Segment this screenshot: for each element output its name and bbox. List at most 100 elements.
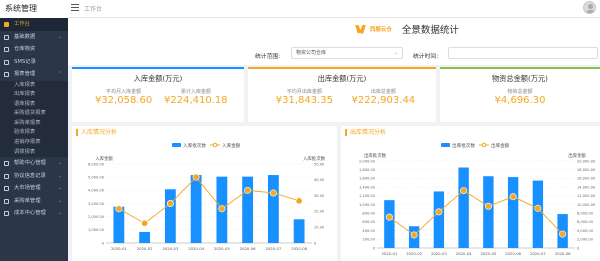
sidebar-item-12[interactable]: 调拨报表 — [0, 147, 68, 158]
card-title: 出库金额(万元) — [317, 74, 367, 83]
right-tick-label: 20.00 — [314, 210, 325, 214]
left-tick-label: 2,000.00 — [88, 215, 105, 219]
line-point — [218, 205, 226, 213]
sidebar-item-label: 帮助中心管理 — [14, 160, 46, 167]
sidebar-item-7[interactable]: 退库报表 — [0, 99, 68, 110]
sidebar-item-label: 退库报表 — [14, 100, 36, 107]
x-tick-label: 2020-02 — [406, 251, 422, 256]
chart-bar — [458, 167, 469, 248]
filter-bar: 西厨云仓 全景数据统计 统计范围: 物资公司仓库 ⌄ 统计时间: — [68, 18, 600, 65]
chart-bar — [164, 189, 176, 243]
sidebar-item-10[interactable]: 验收报表 — [0, 128, 68, 139]
summary-card-2: 物资总金额(万元) 物资总金额 ¥4,696.30 — [440, 67, 600, 122]
sidebar-item-label: 调拨报表 — [14, 148, 36, 155]
chart-bar — [507, 177, 519, 248]
stat-value: ¥4,696.30 — [494, 95, 546, 106]
line-point — [410, 231, 418, 239]
sidebar-item-label: 基础数据 — [14, 33, 36, 40]
chevron-icon: ⌄ — [57, 160, 62, 167]
legend-line-marker — [481, 142, 487, 148]
line-point — [295, 197, 303, 205]
sidebar-item-9[interactable]: 采购单报表 — [0, 118, 68, 129]
menu-icon — [4, 186, 9, 192]
time-range-picker[interactable] — [448, 47, 598, 59]
legend-line-label: 入库金额 — [222, 142, 241, 149]
sidebar-item-2[interactable]: 仓库物资 — [0, 43, 68, 56]
app-title: 系统管理 — [0, 0, 68, 18]
sidebar-item-5[interactable]: 入库报表 — [0, 80, 68, 91]
sidebar-item-17[interactable]: 成本中心管理 ⌄ — [0, 207, 68, 220]
sidebar-item-label: 报表管理 — [14, 71, 36, 77]
sidebar-item-6[interactable]: 出库报表 — [0, 90, 68, 100]
sidebar-item-15[interactable]: 大市场管理 ⌄ — [0, 182, 68, 195]
range-select[interactable]: 物资公司仓库 ⌄ — [291, 47, 403, 59]
menu-icon — [4, 161, 9, 167]
sidebar-item-label: 验收报表 — [14, 129, 36, 136]
right-tick-label: 16,000.00 — [577, 177, 596, 181]
line-point — [244, 186, 252, 194]
right-axis-title: 出库金额 — [568, 152, 586, 159]
breadcrumb[interactable]: 工作台 — [84, 4, 102, 13]
chevron-icon: ⌄ — [57, 172, 62, 179]
sidebar: 工作台 基础数据 ⌄ 仓库物资 SMS记录 报表管理 ⌃ 入库报表 出库报表 退库报表 采购退货报表… — [0, 18, 68, 261]
right-tick-label: 10,000.00 — [577, 203, 596, 207]
summary-card-1: 出库金额(万元) 平均月出库金额 ¥31,843.35 出库总金额 ¥222,903.4… — [248, 67, 436, 122]
stat-value: ¥222,903.44 — [351, 95, 416, 106]
x-tick-label: 2020-06 — [505, 251, 521, 256]
stat-label: 累计入库金额 — [180, 89, 211, 95]
sidebar-item-4[interactable]: 报表管理 ⌃ — [0, 68, 68, 81]
x-tick-label: 2020-08 — [555, 251, 571, 256]
sidebar-item-14[interactable]: 协议信息记录 ⌄ — [0, 170, 68, 183]
chevron-icon: ⌄ — [57, 197, 62, 204]
card-accent-bar — [440, 67, 600, 69]
line-point — [385, 213, 393, 221]
left-tick-label: 3,000.00 — [88, 202, 105, 206]
right-tick-label: 4,000.00 — [577, 229, 594, 233]
legend-bar-swatch — [441, 143, 450, 147]
chart-bar — [293, 219, 305, 243]
x-tick-label: 2020-07 — [530, 251, 546, 256]
sidebar-item-1[interactable]: 基础数据 ⌄ — [0, 31, 68, 44]
line-point — [435, 208, 443, 216]
sidebar-item-label: SMS记录 — [14, 58, 36, 65]
left-tick-label: 4,000.00 — [88, 189, 105, 193]
avatar[interactable] — [583, 1, 596, 14]
x-tick-label: 2020-08 — [291, 246, 307, 251]
sidebar-item-13[interactable]: 帮助中心管理 ⌄ — [0, 157, 68, 170]
chevron-down-icon: ⌄ — [393, 50, 398, 56]
stat-label: 平均月出库金额 — [286, 89, 322, 95]
outbound-chart: 出库批次数 出库金额出库批次数 出库金额0200.00400.00600.00800… — [359, 142, 596, 256]
menu-toggle-icon[interactable] — [71, 4, 79, 12]
right-tick-label: 50.00 — [314, 162, 325, 166]
right-tick-label: 10.00 — [314, 226, 325, 230]
sidebar-item-3[interactable]: SMS记录 — [0, 56, 68, 69]
menu-icon — [4, 198, 9, 204]
sidebar-item-label: 采购退货报表 — [14, 110, 46, 117]
logo-icon — [355, 24, 366, 34]
x-tick-label: 2020-01 — [381, 251, 397, 256]
menu-icon — [4, 72, 9, 77]
right-tick-label: 12,000.00 — [577, 194, 596, 198]
range-label: 统计范围: — [255, 54, 281, 60]
left-tick-label: 1,600.00 — [359, 177, 376, 181]
page-header: 西厨云仓 全景数据统计 — [355, 22, 459, 36]
right-tick-label: 18,000.00 — [577, 168, 596, 172]
sidebar-item-label: 协议信息记录 — [14, 172, 46, 179]
line-point — [269, 189, 277, 197]
sidebar-item-8[interactable]: 采购退货报表 — [0, 109, 68, 119]
right-tick-label: 6,000.00 — [577, 220, 594, 224]
sidebar-item-16[interactable]: 采购单管理 ⌄ — [0, 195, 68, 208]
left-tick-label: 0 — [102, 241, 105, 245]
summary-card-0: 入库金额(万元) 平均月入库金额 ¥32,058.60 累计入库金额 ¥224,410.… — [72, 67, 244, 122]
legend-bar-label: 出库批次数 — [452, 142, 475, 149]
line-point — [192, 173, 200, 181]
left-axis-title: 入库金额 — [95, 155, 113, 162]
inbound-chart-panel: 入库情况分析 入库批次数 入库金额 入库金额 入库批次数 0 1,000.00 2,000.… — [72, 126, 337, 261]
right-tick-label: 2,000.00 — [577, 238, 594, 242]
range-select-value: 物资公司仓库 — [296, 50, 327, 56]
time-label: 统计时间: — [413, 54, 439, 60]
sidebar-item-11[interactable]: 进销存报表 — [0, 138, 68, 148]
sidebar-item-label: 采购单报表 — [14, 119, 41, 126]
card-accent-bar — [248, 67, 436, 69]
sidebar-item-0[interactable]: 工作台 — [0, 18, 68, 31]
